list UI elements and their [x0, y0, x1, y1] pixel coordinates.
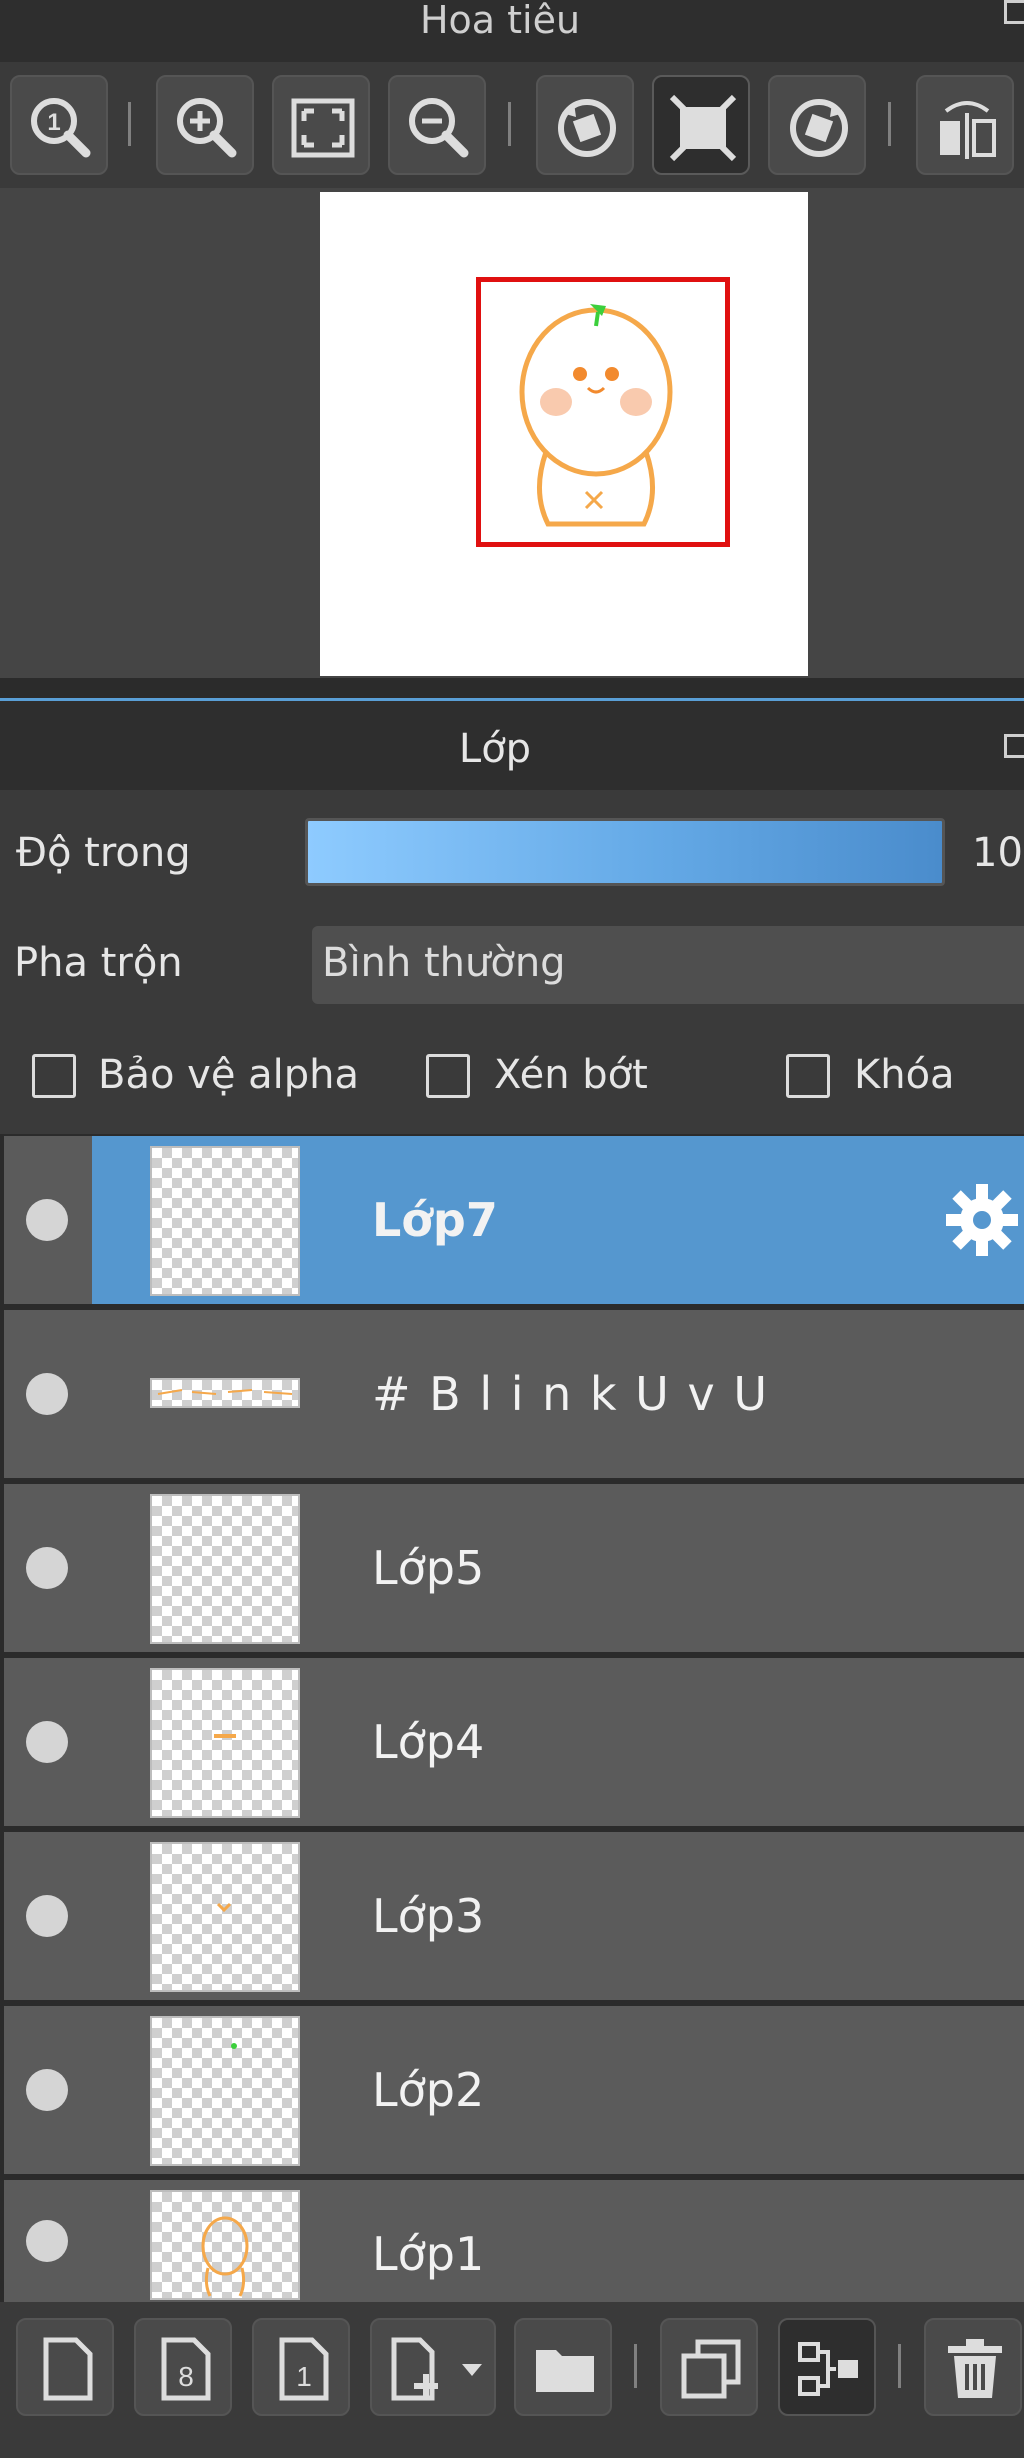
- panel-float-icon[interactable]: [1004, 0, 1024, 24]
- visibility-icon[interactable]: [26, 1547, 68, 1589]
- zoom-out-button[interactable]: [388, 75, 486, 175]
- flip-button[interactable]: [916, 75, 1014, 175]
- zoom-in-button[interactable]: [156, 75, 254, 175]
- folder-icon: [536, 2350, 594, 2392]
- layer-name: Lớp7: [372, 1193, 498, 1247]
- thumbnail-content: [214, 1734, 236, 1738]
- layer-thumbnail: [150, 1494, 300, 1644]
- svg-text:1: 1: [296, 2361, 312, 2392]
- layer-thumbnail: [150, 1378, 300, 1408]
- new-1bit-layer-icon: 1: [279, 2337, 329, 2401]
- chevron-down-icon: [462, 2364, 482, 2376]
- lock-label: Khóa: [854, 1052, 955, 1098]
- rotate-right-button[interactable]: [768, 75, 866, 175]
- toolbar-separator: [508, 102, 511, 146]
- new-8bit-layer-button[interactable]: 8: [134, 2318, 232, 2416]
- layer-name: Lớp1: [372, 2227, 485, 2281]
- merge-icon: [798, 2342, 858, 2396]
- navigator-toolbar: [0, 62, 1024, 188]
- thumbnail-content: [157, 1389, 293, 1395]
- layer-thumbnail: [150, 2016, 300, 2166]
- delete-layer-button[interactable]: [924, 2318, 1022, 2416]
- fit-window-button[interactable]: [272, 75, 370, 175]
- layer-row[interactable]: Lớp4: [4, 1658, 1024, 1826]
- zoom-actual-button[interactable]: 1: [10, 75, 108, 175]
- add-layer-menu-button[interactable]: [370, 2318, 496, 2416]
- layer-name: Lớp5: [372, 1541, 485, 1595]
- duplicate-layer-button[interactable]: [660, 2318, 758, 2416]
- zoom-out-icon: [409, 98, 469, 158]
- fit-icon: [291, 98, 355, 158]
- layer-thumbnail: [150, 1146, 300, 1296]
- thumbnail-content: [201, 2216, 249, 2297]
- trash-icon: [948, 2339, 1002, 2398]
- visibility-icon[interactable]: [26, 1199, 68, 1241]
- toolbar-separator: [634, 2344, 637, 2388]
- gear-icon[interactable]: [942, 1180, 1022, 1260]
- clipping-label: Xén bớt: [494, 1052, 648, 1098]
- layer-thumbnail: [150, 1842, 300, 1992]
- visibility-icon[interactable]: [26, 1895, 68, 1937]
- duplicate-icon: [681, 2339, 741, 2399]
- layer-name: # B l i n k U v U: [372, 1367, 769, 1421]
- layer-row[interactable]: Lớp3: [4, 1832, 1024, 2000]
- svg-text:8: 8: [178, 2361, 194, 2392]
- opacity-label: Độ trong: [16, 830, 191, 876]
- layer-row[interactable]: Lớp5: [4, 1484, 1024, 1652]
- layer-row[interactable]: Lớp7: [4, 1136, 1024, 1304]
- new-1bit-layer-button[interactable]: 1: [252, 2318, 350, 2416]
- protect-alpha-label: Bảo vệ alpha: [98, 1052, 360, 1098]
- clipping-checkbox[interactable]: [426, 1054, 470, 1098]
- toolbar-separator: [898, 2344, 901, 2388]
- flip-icon: [940, 101, 996, 159]
- layer-row[interactable]: # B l i n k U v U: [4, 1310, 1024, 1478]
- svg-text:1: 1: [47, 109, 60, 136]
- thumbnail-content: [216, 1902, 232, 1913]
- merge-layer-button[interactable]: [778, 2318, 876, 2416]
- layer-row[interactable]: Lớp2: [4, 2006, 1024, 2174]
- navigator-viewport-frame[interactable]: [476, 277, 730, 547]
- new-folder-button[interactable]: [514, 2318, 612, 2416]
- layer-name: Lớp3: [372, 1889, 485, 1943]
- reset-view-button[interactable]: [652, 75, 750, 175]
- rotate-right-icon: [790, 99, 848, 157]
- toolbar-separator: [128, 102, 131, 146]
- reset-view-icon: [669, 94, 737, 162]
- visibility-icon[interactable]: [26, 2220, 68, 2262]
- new-layer-button[interactable]: [16, 2318, 114, 2416]
- new-page-icon: [43, 2337, 93, 2401]
- layer-name: Lớp4: [372, 1715, 485, 1769]
- zoom-in-icon: [177, 98, 237, 158]
- visibility-icon[interactable]: [26, 1373, 68, 1415]
- blend-mode-value: Bình thường: [322, 940, 566, 986]
- layer-thumbnail: [150, 1668, 300, 1818]
- blend-label: Pha trộn: [14, 940, 183, 986]
- navigator-title: Hoa tiêu: [419, 0, 581, 42]
- layers-title: Lớp: [458, 726, 532, 772]
- rotate-left-button[interactable]: [536, 75, 634, 175]
- panel-float-icon[interactable]: [1004, 734, 1024, 758]
- opacity-slider[interactable]: [305, 818, 945, 886]
- zoom-100-icon: 1: [31, 98, 91, 158]
- rotate-left-icon: [558, 99, 616, 157]
- layer-row[interactable]: Lớp1: [4, 2180, 1024, 2302]
- thumbnail-content: [231, 2043, 237, 2049]
- new-8bit-layer-icon: 8: [161, 2337, 211, 2401]
- visibility-icon[interactable]: [26, 1721, 68, 1763]
- protect-alpha-checkbox[interactable]: [32, 1054, 76, 1098]
- visibility-icon[interactable]: [26, 2069, 68, 2111]
- add-layer-icon: [391, 2337, 438, 2401]
- toolbar-separator: [888, 102, 891, 146]
- lock-checkbox[interactable]: [786, 1054, 830, 1098]
- layer-name: Lớp2: [372, 2063, 485, 2117]
- layer-thumbnail: [150, 2190, 300, 2300]
- opacity-value: 10: [972, 830, 1023, 876]
